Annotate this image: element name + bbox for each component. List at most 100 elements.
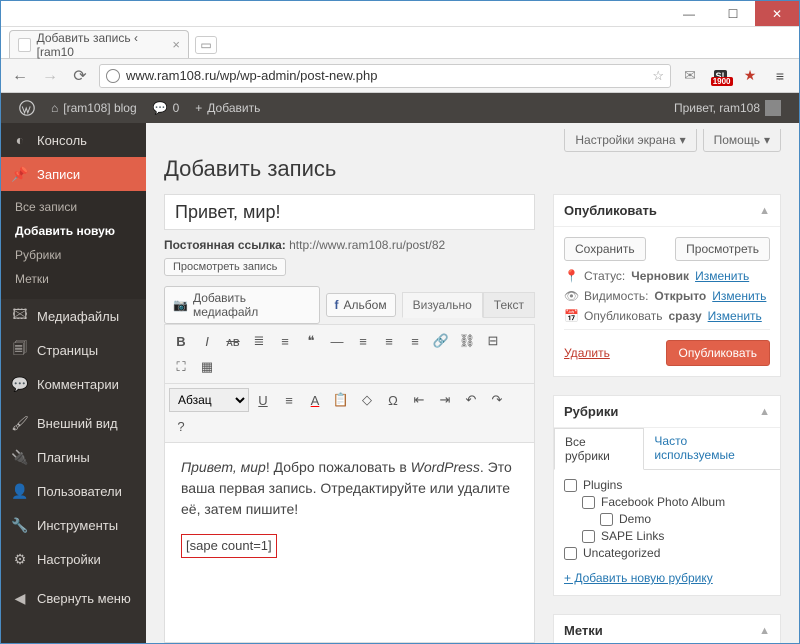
submenu-categories[interactable]: Рубрики bbox=[1, 243, 146, 267]
menu-users[interactable]: 👤Пользователи bbox=[1, 474, 146, 508]
cat-checkbox[interactable] bbox=[564, 479, 577, 492]
adminbar-add[interactable]: +Добавить bbox=[187, 93, 268, 123]
nav-reload-button[interactable]: ⟳ bbox=[69, 65, 91, 87]
ext-sl-icon[interactable]: S!1900 bbox=[709, 65, 731, 87]
window-minimize[interactable]: — bbox=[667, 1, 711, 26]
ext-star-icon[interactable]: ★ bbox=[739, 65, 761, 87]
address-bar[interactable]: www.ram108.ru/wp/wp-admin/post-new.php ☆ bbox=[99, 64, 671, 88]
menu-dashboard[interactable]: ◐Консоль bbox=[1, 123, 146, 157]
hr-button[interactable]: — bbox=[325, 329, 349, 353]
italic-button[interactable]: I bbox=[195, 329, 219, 353]
bookmark-star-icon[interactable]: ☆ bbox=[652, 68, 664, 84]
menu-appearance[interactable]: 🖌Внешний вид bbox=[1, 406, 146, 440]
tab-text[interactable]: Текст bbox=[483, 292, 535, 318]
save-draft-button[interactable]: Сохранить bbox=[564, 237, 646, 261]
add-category-link[interactable]: + Добавить новую рубрику bbox=[564, 571, 713, 585]
adminbar-comments[interactable]: 💬0 bbox=[145, 93, 188, 123]
menu-posts-submenu: Все записи Добавить новую Рубрики Метки bbox=[1, 191, 146, 299]
menu-plugins[interactable]: 🔌Плагины bbox=[1, 440, 146, 474]
unlink-button[interactable]: ⛓ bbox=[455, 329, 479, 353]
submenu-add-post[interactable]: Добавить новую bbox=[1, 219, 146, 243]
menu-tools[interactable]: 🔧Инструменты bbox=[1, 508, 146, 542]
cat-item[interactable]: Uncategorized bbox=[564, 546, 770, 560]
edit-schedule-link[interactable]: Изменить bbox=[708, 309, 762, 323]
tab-close-icon[interactable]: × bbox=[172, 37, 180, 52]
ol-button[interactable]: ≡ bbox=[273, 329, 297, 353]
cat-item[interactable]: SAPE Links bbox=[582, 529, 770, 543]
window-close[interactable]: ✕ bbox=[755, 1, 799, 26]
nav-forward-button[interactable]: → bbox=[39, 65, 61, 87]
browser-tab[interactable]: Добавить запись ‹ [ram10 × bbox=[9, 30, 189, 58]
clear-format-button[interactable]: ◇ bbox=[355, 388, 379, 412]
box-toggle-icon[interactable]: ▲ bbox=[759, 205, 770, 217]
submenu-tags[interactable]: Метки bbox=[1, 267, 146, 291]
media-icon: 🖾 bbox=[11, 307, 29, 325]
undo-button[interactable]: ↶ bbox=[459, 388, 483, 412]
adminbar-site[interactable]: ⌂[ram108] blog bbox=[43, 93, 145, 123]
nav-back-button[interactable]: ← bbox=[9, 65, 31, 87]
menu-comments[interactable]: 💬Комментарии bbox=[1, 367, 146, 401]
cat-checkbox[interactable] bbox=[582, 496, 595, 509]
bold-button[interactable]: B bbox=[169, 329, 193, 353]
add-media-button[interactable]: 📷Добавить медиафайл bbox=[164, 286, 320, 324]
indent-button[interactable]: ⇥ bbox=[433, 388, 457, 412]
ext-mail-icon[interactable]: ✉ bbox=[679, 65, 701, 87]
charmap-button[interactable]: Ω bbox=[381, 388, 405, 412]
cat-item[interactable]: Demo bbox=[600, 512, 770, 526]
cat-tab-all[interactable]: Все рубрики bbox=[554, 428, 644, 470]
help-icon-button[interactable]: ? bbox=[169, 414, 193, 438]
fullscreen-button[interactable]: ⛶ bbox=[169, 355, 193, 379]
edit-visibility-link[interactable]: Изменить bbox=[712, 289, 766, 303]
menu-settings[interactable]: ⚙Настройки bbox=[1, 542, 146, 576]
editor-content[interactable]: Привет, мир! Добро пожаловать в WordPres… bbox=[164, 443, 535, 643]
preview-button[interactable]: Просмотреть bbox=[675, 237, 770, 261]
menu-pages[interactable]: 🗐Страницы bbox=[1, 333, 146, 367]
categories-box: Рубрики▲ Все рубрики Часто используемые … bbox=[553, 395, 781, 596]
album-button[interactable]: fАльбом bbox=[326, 293, 396, 317]
link-button[interactable]: 🔗 bbox=[429, 329, 453, 353]
cat-checkbox[interactable] bbox=[564, 547, 577, 560]
more-button[interactable]: ⊟ bbox=[481, 329, 505, 353]
wp-adminbar: ⌂[ram108] blog 💬0 +Добавить Привет, ram1… bbox=[1, 93, 799, 123]
submenu-all-posts[interactable]: Все записи bbox=[1, 195, 146, 219]
window-maximize[interactable]: ☐ bbox=[711, 1, 755, 26]
align-center-button[interactable]: ≡ bbox=[377, 329, 401, 353]
ul-button[interactable]: ≣ bbox=[247, 329, 271, 353]
kitchen-sink-button[interactable]: ▦ bbox=[195, 355, 219, 379]
edit-status-link[interactable]: Изменить bbox=[695, 269, 749, 283]
strike-button[interactable]: ᴀʙ bbox=[221, 329, 245, 353]
underline-button[interactable]: U bbox=[251, 388, 275, 412]
tab-visual[interactable]: Визуально bbox=[402, 292, 483, 318]
cat-checkbox[interactable] bbox=[600, 513, 613, 526]
view-post-button[interactable]: Просмотреть запись bbox=[164, 258, 286, 276]
box-toggle-icon[interactable]: ▲ bbox=[759, 406, 770, 418]
textcolor-button[interactable]: A bbox=[303, 388, 327, 412]
comment-icon: 💬 bbox=[153, 101, 168, 115]
format-select[interactable]: Абзац bbox=[169, 388, 249, 412]
cat-item[interactable]: Plugins bbox=[564, 478, 770, 492]
screen-options-button[interactable]: Настройки экрана▾ bbox=[564, 129, 696, 152]
gear-icon: ⚙ bbox=[11, 550, 29, 568]
browser-menu-icon[interactable]: ≡ bbox=[769, 65, 791, 87]
align-left-button[interactable]: ≡ bbox=[351, 329, 375, 353]
delete-link[interactable]: Удалить bbox=[564, 346, 610, 360]
menu-collapse[interactable]: ◀Свернуть меню bbox=[1, 581, 146, 615]
publish-button[interactable]: Опубликовать bbox=[666, 340, 770, 366]
adminbar-account[interactable]: Привет, ram108 bbox=[666, 93, 789, 123]
help-button[interactable]: Помощь▾ bbox=[703, 129, 781, 152]
cat-item[interactable]: Facebook Photo Album bbox=[582, 495, 770, 509]
post-title-input[interactable] bbox=[164, 194, 535, 230]
outdent-button[interactable]: ⇤ bbox=[407, 388, 431, 412]
box-toggle-icon[interactable]: ▲ bbox=[759, 625, 770, 637]
new-tab-button[interactable]: ▭ bbox=[195, 36, 217, 54]
menu-media[interactable]: 🖾Медиафайлы bbox=[1, 299, 146, 333]
cat-checkbox[interactable] bbox=[582, 530, 595, 543]
cat-tab-popular[interactable]: Часто используемые bbox=[644, 428, 780, 469]
wp-logo[interactable] bbox=[11, 93, 43, 123]
quote-button[interactable]: ❝ bbox=[299, 329, 323, 353]
menu-posts[interactable]: 📌Записи bbox=[1, 157, 146, 191]
paste-text-button[interactable]: 📋 bbox=[329, 388, 353, 412]
align-right-button[interactable]: ≡ bbox=[403, 329, 427, 353]
justify-button[interactable]: ≡ bbox=[277, 388, 301, 412]
redo-button[interactable]: ↷ bbox=[485, 388, 509, 412]
